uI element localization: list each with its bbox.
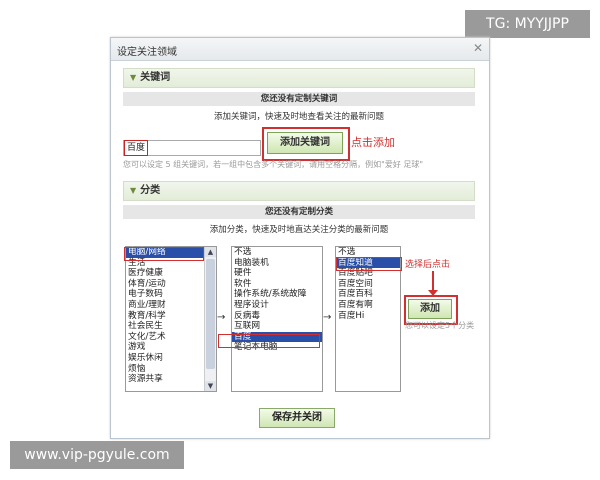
keywords-empty-message: 您还没有定制关键词 [123, 92, 475, 106]
list-item[interactable]: 互联网 [232, 321, 322, 332]
list3-selection-highlight [336, 257, 402, 271]
list-item[interactable]: 百度Hi [336, 311, 400, 322]
list-item[interactable]: 硬件 [232, 268, 322, 279]
list-item[interactable]: 百度百科 [336, 289, 400, 300]
category-level1-list[interactable]: 电脑/网络 生活 医疗健康 体育/运动 电子数码 商业/理财 教育/科学 社会民生 文化/艺术游… [125, 246, 217, 392]
annotation-arrow-line [432, 271, 434, 291]
list-item[interactable]: 烦恼 [126, 364, 216, 375]
click-to-add-annotation: 点击添加 [351, 136, 395, 149]
list-item[interactable]: 娱乐休闲 [126, 353, 216, 364]
add-keyword-button[interactable]: 添加关键词 [267, 132, 343, 154]
keyword-hint: 您可以设定 5 组关键词，若一组中包含多个关键词，请用空格分隔，例如"爱好 足球… [123, 160, 424, 169]
keyword-input[interactable]: 百度 [123, 140, 261, 156]
keywords-section-header[interactable]: ▼ 关键词 [123, 68, 475, 88]
categories-section-title: 分类 [140, 185, 161, 196]
list-item[interactable]: 电脑装机 [232, 258, 322, 269]
list-item[interactable]: 软件 [232, 279, 322, 290]
keywords-subtext: 添加关键词，快速及时地查看关注的最新问题 [213, 112, 384, 122]
category-limit-note: 您可以设定5个分类 [405, 321, 475, 330]
scroll-down-icon[interactable]: ▼ [205, 381, 216, 391]
list-item[interactable]: 医疗健康 [126, 268, 216, 279]
save-and-close-button[interactable]: 保存并关闭 [259, 408, 335, 428]
list-item[interactable]: 社会民生 [126, 321, 216, 332]
add-category-button[interactable]: 添加 [408, 299, 452, 319]
list-item[interactable]: 游戏 [126, 342, 216, 353]
dialog-title: 设定关注领域 [117, 47, 177, 58]
collapse-triangle-icon: ▼ [130, 73, 137, 82]
collapse-triangle-icon: ▼ [130, 186, 137, 195]
watermark-bottom-left: www.vip-pgyule.com [10, 441, 184, 469]
arrow-right-icon: → [323, 312, 332, 323]
list-item[interactable]: 操作系统/系统故障 [232, 289, 322, 300]
settings-dialog: 设定关注领域 ✕ ▼ 关键词 您还没有定制关键词 添加关键词，快速及时地查看关注的… [110, 37, 490, 439]
list-item[interactable]: 教育/科学 [126, 311, 216, 322]
watermark-top-right: TG: MYYJJPP [465, 10, 590, 38]
arrow-right-icon: → [217, 312, 226, 323]
list-scrollbar[interactable]: ▲ ▼ [204, 247, 216, 391]
list-item[interactable]: 反病毒 [232, 311, 322, 322]
categories-subtext: 添加分类，快速及时地直达关注分类的最新问题 [209, 225, 389, 235]
categories-empty-message: 您还没有定制分类 [123, 205, 475, 219]
list-item[interactable]: 资源共享 [126, 374, 216, 385]
list1-selection-highlight [124, 247, 204, 261]
list-item[interactable]: 商业/理财 [126, 300, 216, 311]
select-then-click-annotation: 选择后点击 [405, 260, 451, 270]
close-icon[interactable]: ✕ [473, 41, 483, 55]
list2-selection-highlight [218, 334, 320, 348]
list-item[interactable]: 程序设计 [232, 300, 322, 311]
dialog-titlebar: 设定关注领域 ✕ [111, 38, 489, 61]
list-item[interactable]: 文化/艺术 [126, 332, 216, 343]
scroll-up-icon[interactable]: ▲ [205, 247, 216, 257]
list-item[interactable]: 不选 [232, 247, 322, 258]
list-item[interactable]: 百度空间 [336, 279, 400, 290]
keyword-input-value: 百度 [124, 140, 149, 156]
list-item[interactable]: 体育/运动 [126, 279, 216, 290]
category-level2-list[interactable]: 不选 电脑装机 硬件 软件 操作系统/系统故障 程序设计 反病毒 互联网 百度 笔记本电脑 [231, 246, 323, 392]
keywords-section-title: 关键词 [140, 72, 171, 83]
list-item[interactable]: 不选 [336, 247, 400, 258]
categories-section-header[interactable]: ▼ 分类 [123, 181, 475, 201]
list-item[interactable]: 电子数码 [126, 289, 216, 300]
list-item[interactable]: 百度有啊 [336, 300, 400, 311]
scroll-thumb[interactable] [206, 259, 215, 369]
